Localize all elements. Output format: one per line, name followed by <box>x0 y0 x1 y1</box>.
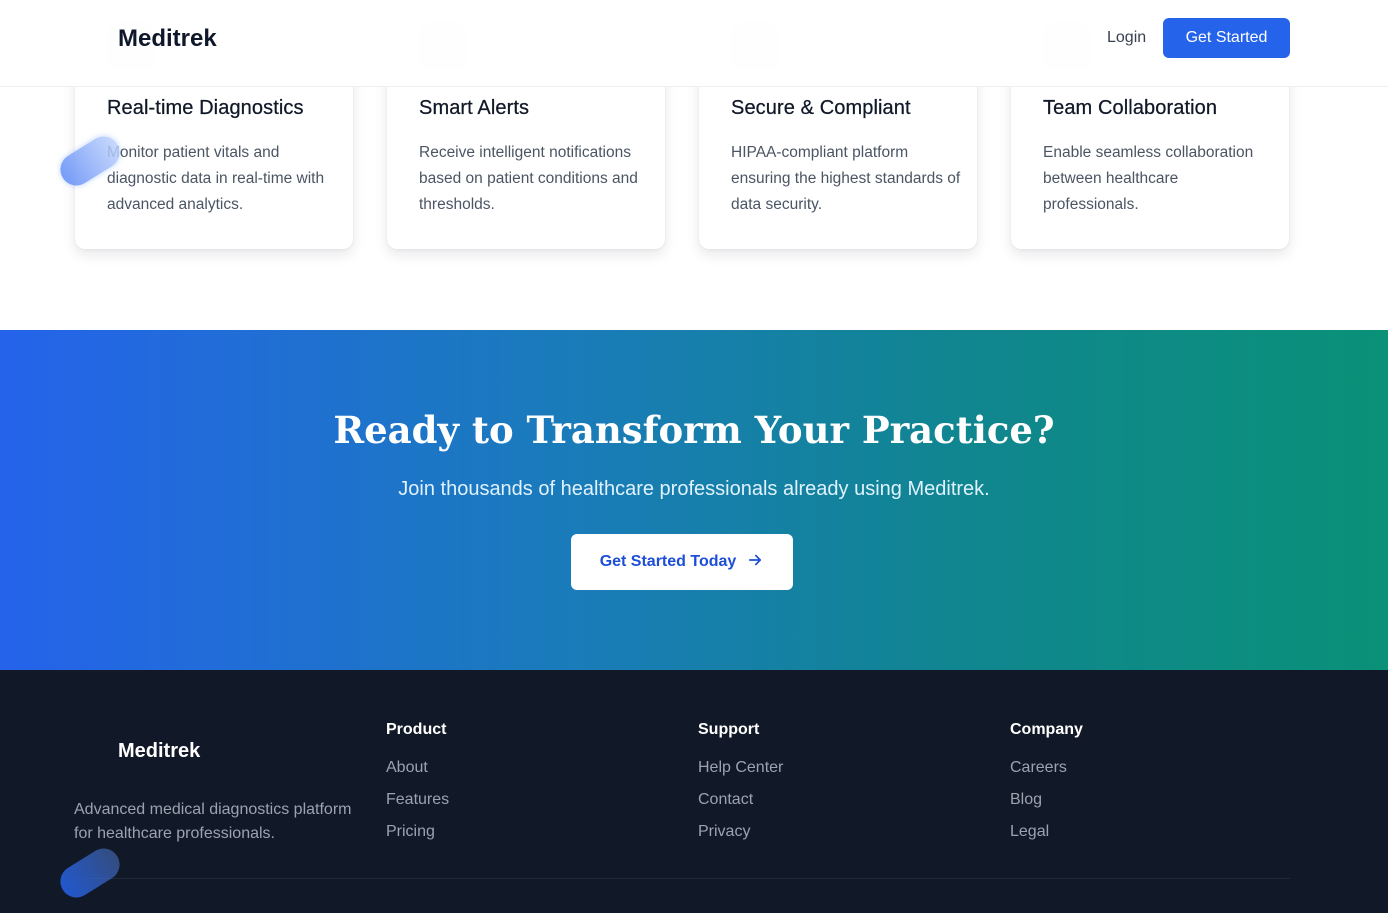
site-header: Meditrek Login Get Started <box>0 0 1388 87</box>
footer-link-privacy[interactable]: Privacy <box>698 822 783 842</box>
brand-logo[interactable]: Meditrek <box>118 25 217 53</box>
footer-link-help-center[interactable]: Help Center <box>698 758 783 778</box>
footer-link-about[interactable]: About <box>386 758 449 778</box>
cta-title: Ready to Transform Your Practice? <box>333 408 1055 452</box>
feature-card-description: Receive intelligent notifications based … <box>419 144 638 213</box>
footer-link-features[interactable]: Features <box>386 790 449 810</box>
footer-link-legal[interactable]: Legal <box>1010 822 1083 842</box>
footer-link-blog[interactable]: Blog <box>1010 790 1083 810</box>
feature-card-description: HIPAA-compliant platform ensuring the hi… <box>731 144 961 213</box>
feature-card-description: Monitor patient vitals and diagnostic da… <box>107 144 325 213</box>
cta-subtitle: Join thousands of healthcare professiona… <box>398 478 990 500</box>
footer-column-company: Company Careers Blog Legal <box>1010 721 1083 854</box>
footer-column-heading: Company <box>1010 721 1083 738</box>
get-started-today-button[interactable]: Get Started Today <box>571 534 793 590</box>
feature-card-title: Secure & Compliant <box>731 97 911 119</box>
feature-card-title: Smart Alerts <box>419 97 530 119</box>
site-footer: Meditrek Advanced medical diagnostics pl… <box>0 670 1388 913</box>
cta-button-label: Get Started Today <box>599 553 737 570</box>
footer-column-support: Support Help Center Contact Privacy <box>698 721 783 854</box>
footer-column-product: Product About Features Pricing <box>386 721 449 854</box>
feature-card-description: Enable seamless collaboration between he… <box>1043 144 1254 213</box>
feature-card-title: Real-time Diagnostics <box>107 97 304 119</box>
cta-section: Ready to Transform Your Practice? Join t… <box>0 330 1388 670</box>
footer-description: Advanced medical diagnostics platform fo… <box>74 801 352 842</box>
footer-brand[interactable]: Meditrek <box>118 740 200 763</box>
footer-column-heading: Support <box>698 721 760 738</box>
footer-column-heading: Product <box>386 721 447 738</box>
get-started-button[interactable]: Get Started <box>1163 18 1290 58</box>
footer-link-contact[interactable]: Contact <box>698 790 783 810</box>
footer-link-pricing[interactable]: Pricing <box>386 822 449 842</box>
arrow-right-icon <box>746 551 764 574</box>
feature-card-title: Team Collaboration <box>1043 97 1218 119</box>
footer-link-careers[interactable]: Careers <box>1010 758 1083 778</box>
footer-divider <box>74 878 1290 879</box>
login-link[interactable]: Login <box>1107 29 1146 47</box>
